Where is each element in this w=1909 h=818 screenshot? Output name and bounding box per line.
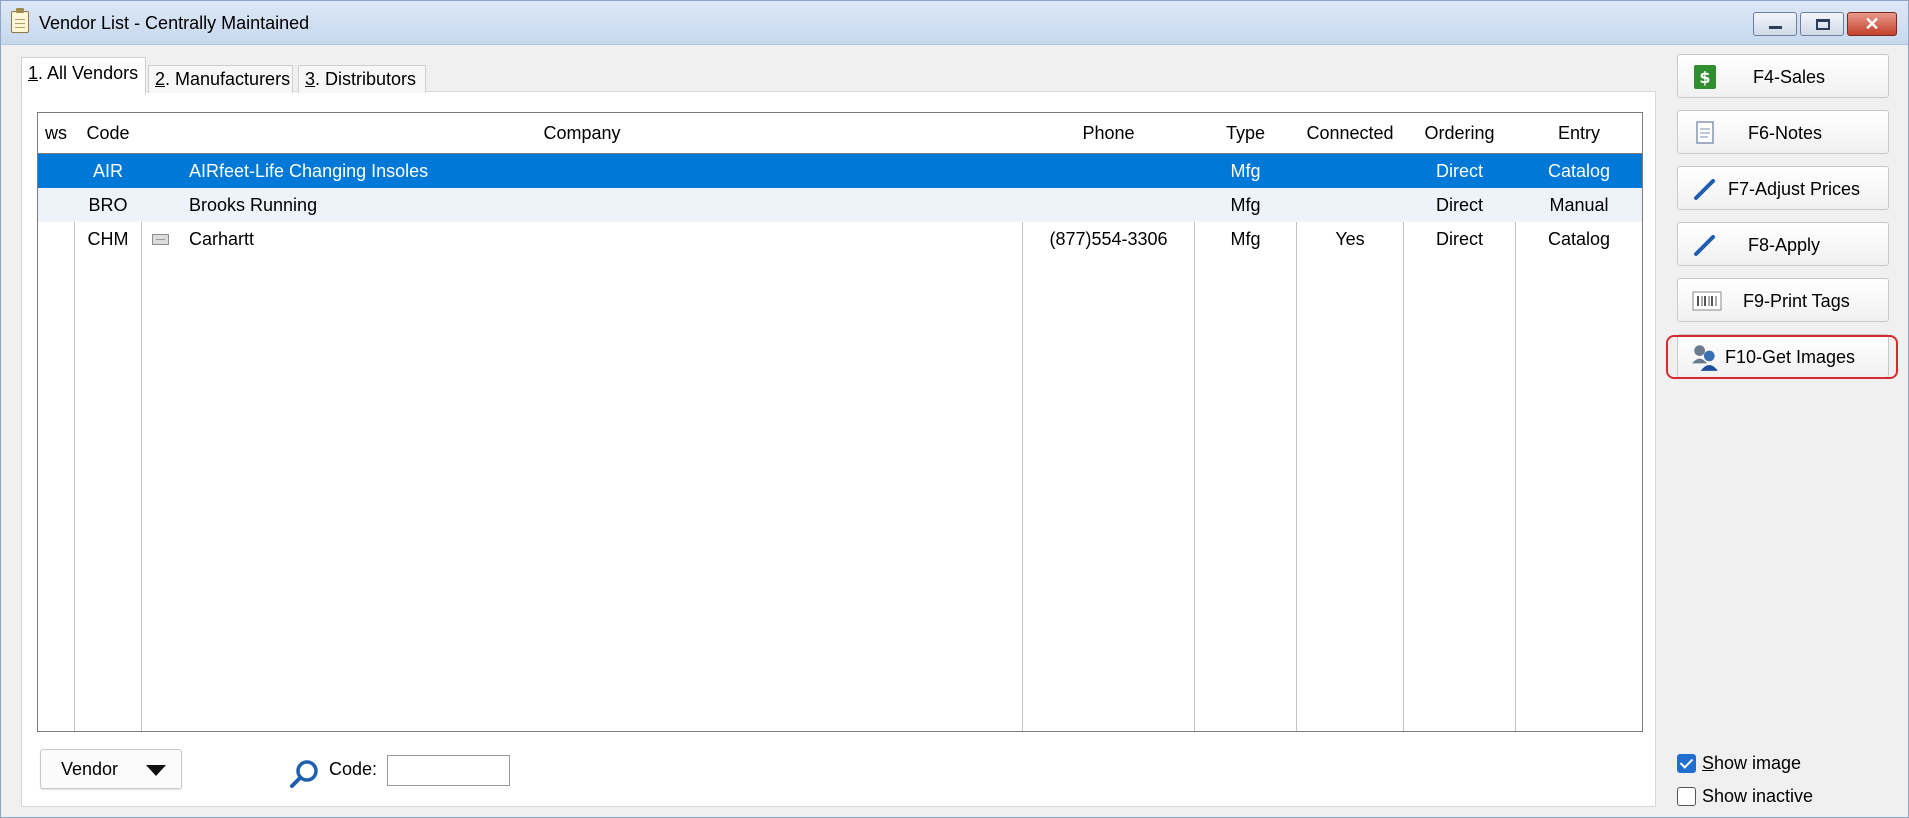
minimize-button[interactable]: [1753, 12, 1797, 36]
cell-type: Mfg: [1230, 229, 1261, 249]
cell-entry: Catalog: [1547, 229, 1611, 249]
svg-text:$: $: [1699, 68, 1710, 87]
notes-button[interactable]: F6-Notes: [1677, 110, 1889, 154]
show-inactive-checkbox[interactable]: [1677, 787, 1696, 806]
label-hotkey: S: [1702, 753, 1715, 773]
adjust-prices-button[interactable]: F7-Adjust Prices: [1677, 166, 1889, 210]
code-search-input[interactable]: [387, 755, 510, 786]
show-image-checkbox[interactable]: [1677, 754, 1696, 773]
label-text: how image: [1714, 753, 1802, 773]
cell-ws: [38, 222, 74, 256]
cell-code: BRO: [88, 195, 128, 215]
button-label: F8-Apply: [1748, 235, 1821, 255]
image-indicator-icon: [152, 234, 169, 245]
tab-manufacturers[interactable]: 2. Manufacturers: [148, 65, 293, 93]
pencil-icon: [1694, 235, 1715, 256]
apply-button[interactable]: F8-Apply: [1677, 222, 1889, 266]
vendor-table[interactable]: ws Code Company Phone Type Connected Ord…: [37, 112, 1643, 732]
vendor-list-window: Vendor List - Centrally Maintained ✕ 1. …: [0, 0, 1909, 818]
column-header-ws[interactable]: ws: [38, 113, 74, 153]
notes-icon: [1696, 121, 1714, 144]
button-label: F6-Notes: [1748, 123, 1823, 143]
show-image-label: Show image: [1702, 753, 1801, 774]
cell-type: Mfg: [1230, 161, 1261, 181]
cell-ordering: Direct: [1435, 229, 1483, 249]
cell-code: CHM: [87, 229, 129, 249]
maximize-button[interactable]: [1800, 12, 1844, 36]
sales-button[interactable]: $ F4-Sales: [1677, 54, 1889, 98]
minimize-icon: [1769, 26, 1782, 29]
cell-entry: Catalog: [1547, 161, 1611, 181]
cell-connected: [1297, 154, 1403, 188]
cell-connected: Yes: [1335, 229, 1365, 249]
table-row[interactable]: AIR AIRfeet-Life Changing Insoles Mfg Di…: [38, 154, 1642, 188]
button-label: F4-Sales: [1753, 67, 1826, 87]
close-button[interactable]: ✕: [1847, 12, 1897, 36]
clipboard-icon: [11, 8, 29, 33]
cell-company: Carhartt: [189, 229, 255, 249]
cell-connected: [1297, 188, 1403, 222]
column-header-entry[interactable]: Entry: [1516, 113, 1642, 153]
tab-label: . Distributors: [315, 69, 417, 89]
cell-code: AIR: [92, 161, 123, 181]
chevron-down-icon: [146, 765, 166, 776]
window-title: Vendor List - Centrally Maintained: [39, 13, 310, 33]
button-label: F7-Adjust Prices: [1728, 179, 1861, 199]
print-tags-button[interactable]: F9-Print Tags: [1677, 278, 1889, 322]
maximize-icon: [1816, 19, 1830, 30]
column-header-phone[interactable]: Phone: [1023, 113, 1194, 153]
image-person-icon: [1692, 345, 1718, 371]
table-row[interactable]: CHM Carhartt (877)554-3306 Mfg Yes Direc…: [38, 222, 1642, 256]
cell-phone: (877)554-3306: [1049, 229, 1168, 249]
cell-company: AIRfeet-Life Changing Insoles: [189, 161, 429, 181]
button-label: F9-Print Tags: [1743, 291, 1850, 311]
button-label: F10-Get Images: [1725, 347, 1856, 367]
search-icon: [290, 760, 318, 788]
close-icon: ✕: [1864, 14, 1880, 34]
column-header-connected[interactable]: Connected: [1297, 113, 1403, 153]
barcode-icon: [1692, 291, 1722, 311]
pencil-icon: [1694, 179, 1715, 200]
cell-ordering: Direct: [1435, 161, 1483, 181]
cell-ws: [38, 188, 74, 222]
tab-hotkey: 3: [305, 69, 316, 89]
title-bar: Vendor List - Centrally Maintained ✕: [1, 1, 1908, 45]
tab-distributors[interactable]: 3. Distributors: [298, 65, 426, 93]
cell-entry: Manual: [1549, 195, 1609, 215]
dropdown-value: Vendor: [61, 759, 119, 779]
cell-type: Mfg: [1230, 195, 1261, 215]
code-label: Code:: [329, 759, 378, 779]
search-type-dropdown[interactable]: Vendor: [40, 749, 182, 789]
cell-ws: [38, 154, 74, 188]
get-images-button[interactable]: F10-Get Images: [1677, 334, 1889, 378]
dollar-icon: $: [1694, 65, 1716, 89]
column-header-company[interactable]: Company: [142, 113, 1022, 153]
column-header-code[interactable]: Code: [75, 113, 141, 153]
tab-all-vendors[interactable]: 1. All Vendors: [21, 57, 146, 95]
column-header-type[interactable]: Type: [1195, 113, 1296, 153]
table-row[interactable]: BRO Brooks Running Mfg Direct Manual: [38, 188, 1642, 222]
table-header: ws Code Company Phone Type Connected Ord…: [38, 113, 1642, 154]
tab-label: . All Vendors: [38, 63, 139, 83]
cell-phone: [1023, 188, 1194, 222]
show-inactive-label: Show inactive: [1702, 786, 1814, 806]
tab-label: . Manufacturers: [165, 69, 291, 89]
cell-phone: [1023, 154, 1194, 188]
column-header-ordering[interactable]: Ordering: [1404, 113, 1515, 153]
tab-hotkey: 1: [28, 63, 39, 83]
cell-company: Brooks Running: [189, 195, 318, 215]
cell-ordering: Direct: [1435, 195, 1483, 215]
tab-hotkey: 2: [155, 69, 166, 89]
